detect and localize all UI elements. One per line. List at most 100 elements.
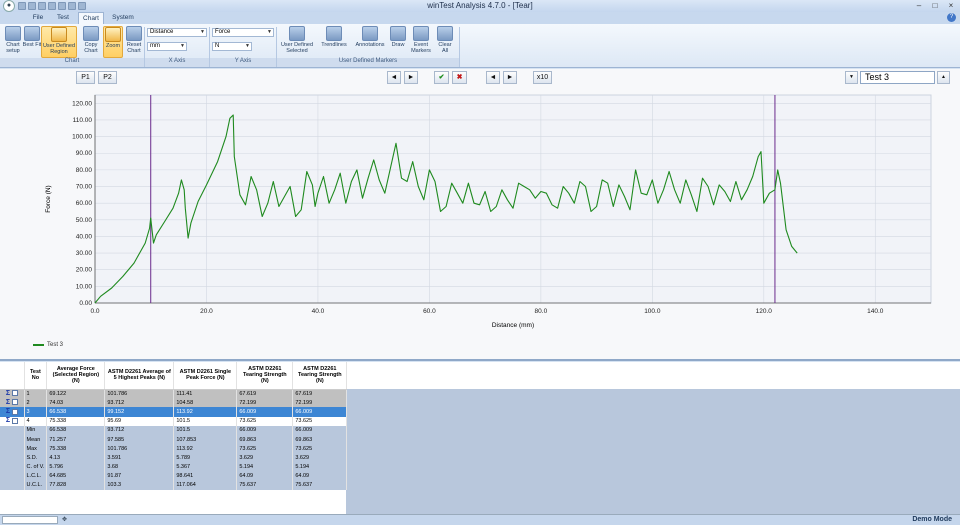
sigma-icon[interactable]: Σ — [6, 399, 10, 406]
include-checkbox[interactable] — [11, 408, 18, 415]
stats-cell: 73.625 — [292, 444, 348, 454]
y-axis-quantity-select[interactable]: Force ▼ — [212, 28, 274, 37]
sigma-icon[interactable]: Σ — [6, 417, 10, 424]
results-grid: Test No Average Force (Selected Region) (… — [0, 362, 348, 491]
x-tick-label: 40.0 — [312, 308, 325, 315]
x-tick-label: 0.0 — [90, 308, 99, 315]
copy-chart-button[interactable]: Copy Chart — [80, 26, 102, 58]
stats-cell: 4.13 — [46, 453, 106, 463]
sigma-icon[interactable]: Σ — [6, 390, 10, 397]
x-axis-unit-select[interactable]: mm ▼ — [147, 42, 187, 51]
y-tick-label: 60.00 — [76, 200, 93, 207]
table-cell: 72.199 — [236, 398, 294, 408]
y-tick-label: 100.00 — [72, 134, 92, 141]
table-row[interactable]: Σ 1 69.122 101.786 111.41 67.619 67.619 — [0, 389, 348, 399]
y-tick-label: 120.00 — [72, 100, 92, 107]
event-markers-icon — [413, 26, 429, 41]
tab-system[interactable]: System — [108, 12, 138, 24]
stats-cell: 75.338 — [46, 444, 106, 454]
column-header[interactable]: ASTM D2261 Tearing Strength (N) — [292, 362, 348, 390]
status-bar: ✥ Demo Mode — [0, 514, 960, 525]
stats-spacer — [0, 434, 25, 445]
x-axis-quantity-select[interactable]: Distance ▼ — [147, 28, 207, 37]
include-checkbox[interactable] — [11, 399, 18, 406]
next-test-button[interactable]: ► — [503, 71, 517, 84]
stats-cell: 91.87 — [104, 471, 175, 481]
stats-spacer — [0, 425, 25, 435]
markers-icon — [289, 26, 305, 41]
test-number-cell: 4 — [24, 416, 48, 426]
table-cell: 95.69 — [104, 416, 175, 426]
accept-icon[interactable]: ✔ — [434, 71, 449, 84]
prev-test-button[interactable]: ◄ — [486, 71, 500, 84]
stats-row: C. of V. 5.796 3.68 5.367 5.194 5.194 — [0, 462, 348, 472]
y-axis-unit-select[interactable]: N ▼ — [212, 42, 252, 51]
test-select[interactable]: Test 3 — [860, 71, 935, 84]
prev-point-button[interactable]: ◄ — [387, 71, 401, 84]
stats-row: L.C.L. 64.685 91.87 98.641 64.09 64.09 — [0, 471, 348, 481]
x10-button[interactable]: x10 — [533, 71, 552, 84]
tab-chart[interactable]: Chart — [78, 12, 104, 24]
x-tick-label: 20.0 — [200, 308, 213, 315]
trendlines-button[interactable]: Trendlines — [319, 26, 349, 58]
best-fit-button[interactable]: Best Fit — [21, 26, 43, 58]
group-divider — [459, 27, 460, 67]
column-header[interactable]: Average Force (Selected Region) (N) — [46, 362, 106, 390]
reject-icon[interactable]: ✖ — [452, 71, 467, 84]
help-icon[interactable]: ? — [947, 13, 956, 22]
next-point-button[interactable]: ► — [404, 71, 418, 84]
y-tick-label: 40.00 — [76, 233, 93, 240]
p2-button[interactable]: P2 — [98, 71, 117, 84]
user-defined-region-button[interactable]: User Defined Region — [41, 26, 77, 58]
stats-cell: 3.591 — [104, 453, 175, 463]
horizontal-scrollbar[interactable] — [2, 516, 58, 524]
column-header[interactable]: ASTM D2261 Average of 5 Highest Peaks (N… — [104, 362, 175, 390]
draw-button[interactable]: Draw — [388, 26, 408, 58]
column-header[interactable]: ASTM D2261 Tearing Strength (N) — [236, 362, 294, 390]
table-row[interactable]: Σ 4 75.338 95.69 101.5 73.625 73.625 — [0, 416, 348, 426]
row-controls[interactable]: Σ — [0, 398, 25, 408]
clear-all-button[interactable]: Clear All — [435, 26, 455, 58]
user-defined-selected-button[interactable]: User Defined Selected — [279, 26, 315, 58]
table-cell: 72.199 — [292, 398, 348, 408]
tab-test[interactable]: Test — [52, 12, 74, 24]
sigma-icon[interactable]: Σ — [6, 408, 10, 415]
table-cell: 75.338 — [46, 416, 106, 426]
table-row[interactable]: Σ 3 66.538 99.152 113.92 66.009 66.009 — [0, 407, 348, 417]
row-controls[interactable]: Σ — [0, 389, 25, 399]
column-header[interactable]: Test No — [24, 362, 48, 390]
stats-cell: 5.367 — [173, 462, 238, 472]
window-title: winTest Analysis 4.7.0 - [Tear] — [427, 1, 533, 10]
test-number-cell: 3 — [24, 407, 48, 417]
tab-file[interactable]: File — [28, 12, 48, 24]
stats-spacer — [0, 471, 25, 481]
force-distance-chart[interactable]: 0.00 10.00 20.00 30.00 40.00 50.00 60.00 70.00 8… — [0, 86, 960, 340]
reset-chart-button[interactable]: Reset Chart — [123, 26, 145, 58]
row-controls[interactable]: Σ — [0, 407, 25, 417]
close-button[interactable]: × — [945, 1, 957, 11]
minimize-button[interactable]: – — [913, 1, 925, 11]
test-up-button[interactable]: ▲ — [937, 71, 950, 84]
y-tick-label: 80.00 — [76, 167, 93, 174]
stats-cell: 103.3 — [104, 480, 175, 491]
stats-cell: 64.685 — [46, 471, 106, 481]
stats-spacer — [0, 462, 25, 472]
annotations-button[interactable]: Annotations — [352, 26, 388, 58]
y-tick-label: 0.00 — [79, 300, 92, 307]
include-checkbox[interactable] — [11, 390, 18, 397]
copy-icon — [83, 26, 99, 41]
column-header[interactable]: ASTM D2261 Single Peak Force (N) — [173, 362, 238, 390]
maximize-button[interactable]: □ — [929, 1, 941, 11]
row-controls[interactable]: Σ — [0, 416, 25, 426]
zoom-button[interactable]: Zoom — [103, 26, 123, 58]
chevron-down-icon: ▼ — [267, 29, 272, 35]
x-tick-label: 60.0 — [423, 308, 436, 315]
table-row[interactable]: Σ 2 74.03 93.712 104.58 72.199 72.199 — [0, 398, 348, 408]
include-checkbox[interactable] — [11, 417, 18, 424]
test-down-button[interactable]: ▼ — [845, 71, 858, 84]
event-markers-button[interactable]: Event Markers — [409, 26, 433, 58]
stats-cell: 69.863 — [236, 434, 294, 445]
legend-swatch — [33, 344, 44, 346]
p1-button[interactable]: P1 — [76, 71, 95, 84]
chart-group-label: Chart — [0, 58, 144, 67]
